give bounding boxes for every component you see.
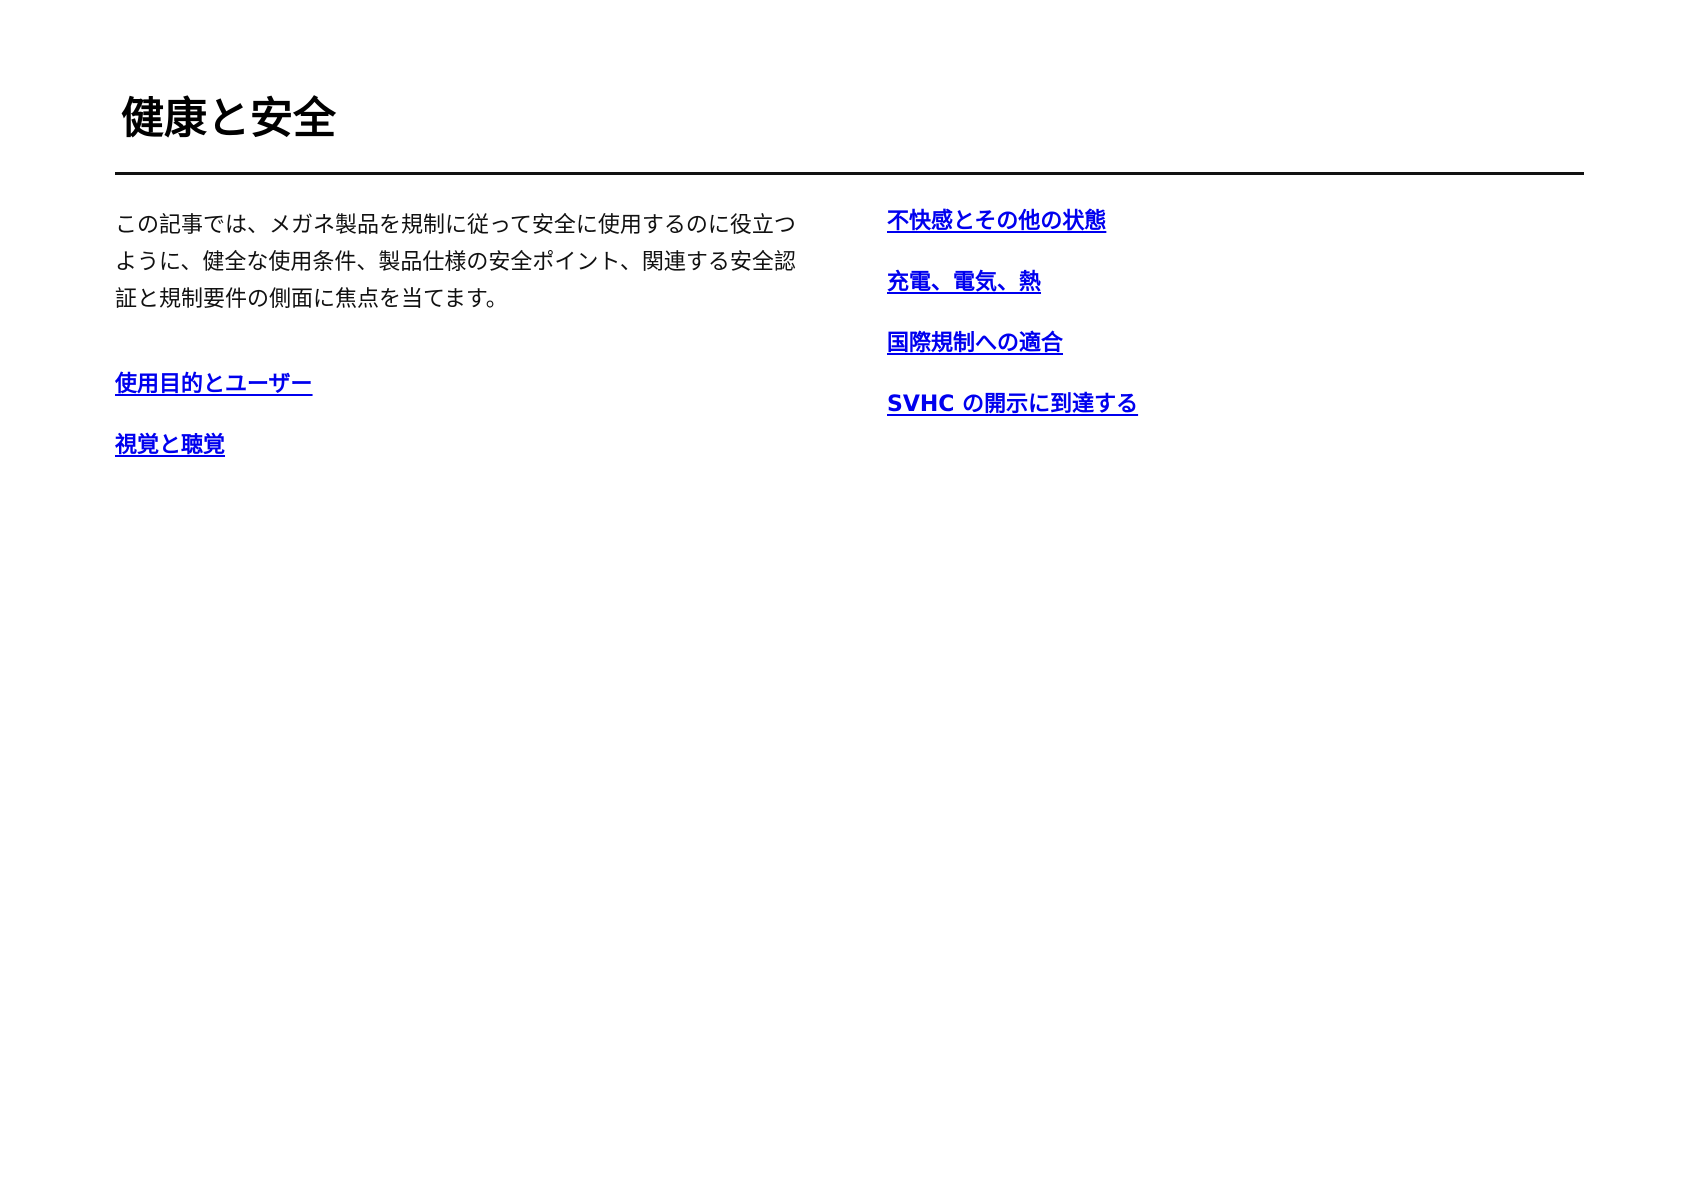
article-page: 健康と安全 この記事では、メガネ製品を規制に従って安全に使用するのに役立つように… [115,88,1584,492]
link-intended-use-and-users[interactable]: 使用目的とユーザー [115,372,313,397]
left-column: この記事では、メガネ製品を規制に従って安全に使用するのに役立つように、健全な使用… [115,207,815,492]
list-item: SVHC の開示に到達する [887,390,1487,421]
list-item: 不快感とその他の状態 [887,207,1487,238]
list-item: 視覚と聴覚 [115,431,815,462]
right-column: 不快感とその他の状態 充電、電気、熱 国際規制への適合 SVHC の開示に到達す… [887,207,1487,492]
list-item: 使用目的とユーザー [115,370,815,401]
link-charging-electricity-heat[interactable]: 充電、電気、熱 [887,270,1041,295]
list-item: 国際規制への適合 [887,329,1487,360]
link-reach-svhc-disclosure[interactable]: SVHC の開示に到達する [887,392,1138,417]
link-discomfort-and-other-conditions[interactable]: 不快感とその他の状態 [887,209,1106,234]
link-international-compliance[interactable]: 国際規制への適合 [887,331,1063,356]
title-divider [115,172,1584,175]
page-title: 健康と安全 [121,94,336,144]
left-link-list: 使用目的とユーザー 視覚と聴覚 [115,370,815,462]
right-link-list: 不快感とその他の状態 充電、電気、熱 国際規制への適合 SVHC の開示に到達す… [887,207,1487,421]
content-columns: この記事では、メガネ製品を規制に従って安全に使用するのに役立つように、健全な使用… [115,207,1584,492]
link-vision-and-hearing[interactable]: 視覚と聴覚 [115,433,225,458]
intro-paragraph: この記事では、メガネ製品を規制に従って安全に使用するのに役立つように、健全な使用… [115,213,796,312]
list-item: 充電、電気、熱 [887,268,1487,299]
